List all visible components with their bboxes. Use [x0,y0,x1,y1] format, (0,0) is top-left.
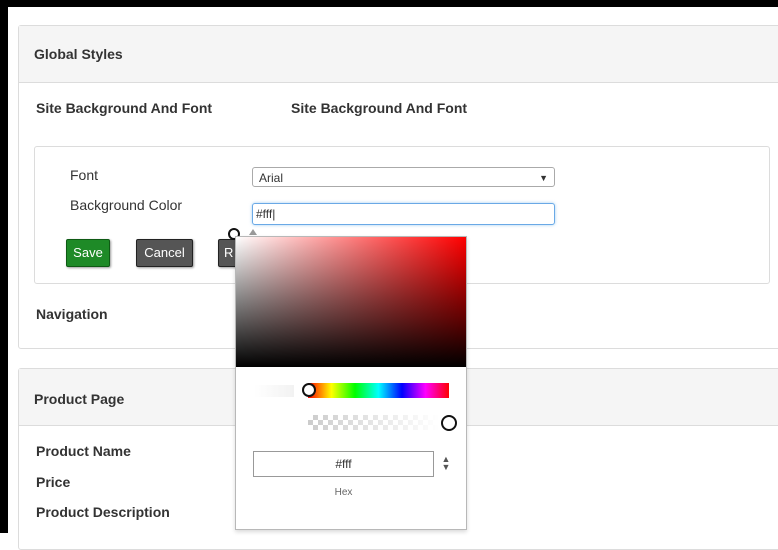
saturation-area[interactable] [236,237,466,367]
hex-input[interactable]: #fff [253,451,434,477]
hue-slider[interactable] [308,383,449,398]
site-background-font-heading: Site Background And Font [291,100,468,116]
price-label[interactable]: Price [36,474,70,490]
hue-preview [254,385,294,397]
font-select-value: Arial [259,171,284,185]
product-description-label[interactable]: Product Description [36,504,170,520]
window-left-border [0,0,8,533]
color-picker-popup: #fff ▲ ▼ Hex [235,236,467,530]
global-styles-title: Global Styles [19,26,778,83]
hex-label: Hex [334,487,353,498]
alpha-slider-handle[interactable] [441,415,457,431]
hue-slider-handle[interactable] [302,383,316,397]
font-label: Font [70,167,99,183]
caret-down-icon: ▼ [539,173,548,183]
alpha-slider[interactable] [308,415,439,430]
navigation-label[interactable]: Navigation [36,306,108,322]
product-name-label[interactable]: Product Name [36,443,131,459]
picker-pointer-arrow [249,229,257,235]
cancel-button[interactable]: Cancel [136,239,193,267]
background-color-input[interactable]: #fff| [252,203,555,225]
window-top-border [0,0,778,7]
up-down-arrows-icon[interactable]: ▲ ▼ [441,455,451,475]
background-color-label: Background Color [70,197,183,213]
site-background-font-label[interactable]: Site Background And Font [36,100,212,116]
font-select[interactable]: Arial ▼ [252,167,555,187]
save-button[interactable]: Save [66,239,110,267]
